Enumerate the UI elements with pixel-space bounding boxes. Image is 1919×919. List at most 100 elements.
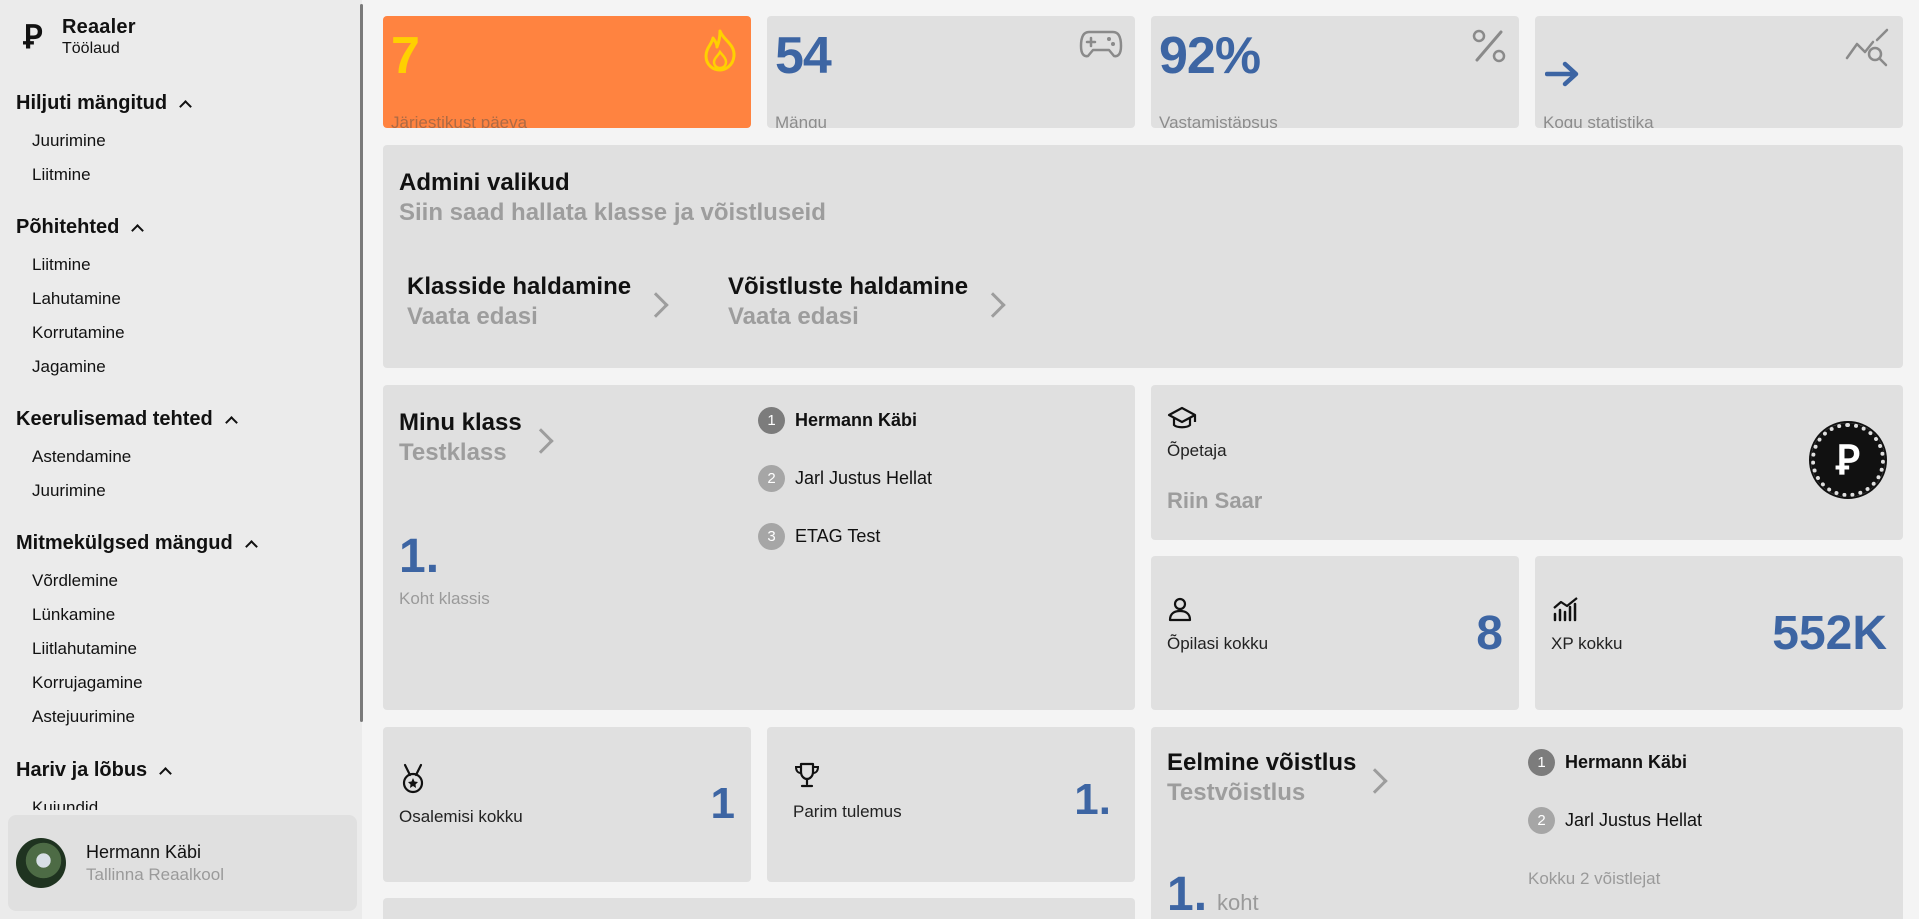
sidebar-item-lahutamine[interactable]: Lahutamine xyxy=(16,282,142,316)
rank-badge: 1 xyxy=(1528,749,1555,776)
best-result-value: 1. xyxy=(1074,775,1111,824)
accuracy-label: Vastamistäpsus xyxy=(1159,113,1278,128)
gamepad-icon xyxy=(1079,30,1123,58)
rank-badge: 2 xyxy=(1528,807,1555,834)
chevron-up-icon xyxy=(179,99,192,113)
sidebar-item-liitmine[interactable]: Liitmine xyxy=(16,248,142,282)
sidebar-section-fun: Hariv ja lõbus Kujundid xyxy=(16,755,173,810)
sidebar-item-astendamine[interactable]: Astendamine xyxy=(16,440,236,474)
sidebar-item-korrutamine[interactable]: Korrutamine xyxy=(16,316,142,350)
leaderboard-row: 1 Hermann Käbi xyxy=(758,407,917,434)
sidebar-item-vordlemine[interactable]: Võrdlemine xyxy=(16,564,256,598)
last-competition-name: Testvõistlus xyxy=(1167,779,1306,806)
app-name: Reaaler xyxy=(62,16,136,38)
app-subtitle: Töölaud xyxy=(62,40,120,57)
manage-competitions-link[interactable]: Võistluste haldamine Vaata edasi xyxy=(728,273,1006,331)
last-competition-rank: 1. koht xyxy=(1167,867,1259,919)
leaderboard-row: 2 Jarl Justus Hellat xyxy=(758,465,932,492)
leaderboard-name: Jarl Justus Hellat xyxy=(1565,810,1703,830)
section-title: Hariv ja lõbus xyxy=(16,758,148,781)
last-competition-link[interactable]: Eelmine võistlus Testvõistlus xyxy=(1167,749,1389,807)
graduation-cap-icon xyxy=(1167,406,1197,429)
participations-label: Osalemisi kokku xyxy=(399,807,523,826)
sidebar-item-juurimine[interactable]: Juurimine xyxy=(16,474,236,508)
streak-label: Järjestikust päeva xyxy=(391,113,528,128)
sidebar-item-kujundid[interactable]: Kujundid xyxy=(16,791,170,810)
sidebar-item-lunkamine[interactable]: Lünkamine xyxy=(16,598,256,632)
sidebar-section-toggle[interactable]: Keerulisemad tehted xyxy=(16,404,238,434)
avatar xyxy=(16,838,66,888)
sidebar-item-juurimine[interactable]: Juurimine xyxy=(16,124,190,158)
class-rank-value: 1. xyxy=(399,530,440,583)
xp-card: XP kokku 552K xyxy=(1535,556,1903,710)
admin-options-card: Admini valikud Siin saad hallata klasse … xyxy=(383,145,1903,368)
chart-icon xyxy=(1553,597,1578,622)
manage-competitions-title: Võistluste haldamine xyxy=(728,273,969,300)
chevron-up-icon xyxy=(244,539,258,553)
manage-classes-link[interactable]: Klasside haldamine Vaata edasi xyxy=(407,273,669,331)
chevron-right-icon xyxy=(643,292,669,318)
sidebar-section-toggle[interactable]: Hiljuti mängitud xyxy=(16,88,192,118)
sidebar-section-basic: Põhitehted Liitmine Lahutamine Korrutami… xyxy=(16,212,145,384)
games-value: 54 xyxy=(775,27,832,85)
leaderboard-row: 3 ETAG Test xyxy=(758,523,880,550)
flame-icon xyxy=(704,29,736,72)
section-title: Põhitehted xyxy=(16,215,120,238)
sidebar-section-toggle[interactable]: Hariv ja lõbus xyxy=(16,755,173,785)
manage-classes-sub: Vaata edasi xyxy=(407,303,538,330)
chevron-up-icon xyxy=(131,223,145,237)
admin-title: Admini valikud xyxy=(399,169,570,196)
sidebar-item-liitmine[interactable]: Liitmine xyxy=(16,158,190,192)
sidebar-section-mixed: Mitmekülgsed mängud Võrdlemine Lünkamine… xyxy=(16,528,258,734)
user-name: Hermann Käbi xyxy=(86,841,202,862)
percent-icon xyxy=(1472,29,1506,63)
trophy-icon xyxy=(794,762,820,788)
sidebar-item-astejuurimine[interactable]: Astejuurimine xyxy=(16,700,256,734)
chevron-right-icon xyxy=(980,292,1006,318)
leaderboard-row: 2 Jarl Justus Hellat xyxy=(1528,807,1702,834)
manage-classes-title: Klasside haldamine xyxy=(407,273,632,300)
streak-card: 7 Järjestikust päeva xyxy=(383,16,751,128)
leaderboard-row: 1 Hermann Käbi xyxy=(1528,749,1687,776)
class-rank-label: Koht klassis xyxy=(399,589,490,608)
my-class-name: Testklass xyxy=(399,439,507,466)
all-stats-card[interactable]: Kogu statistika xyxy=(1535,16,1903,128)
leaderboard-name: Hermann Käbi xyxy=(795,410,918,430)
games-card: 54 Mängu xyxy=(767,16,1135,128)
section-title: Keerulisemad tehted xyxy=(16,407,213,430)
sidebar-scrollbar[interactable] xyxy=(360,4,363,722)
sidebar: Ꝑ Reaaler Töölaud Hiljuti mängitud Juuri… xyxy=(0,0,363,919)
accuracy-value: 92% xyxy=(1159,27,1261,85)
cut-off-card xyxy=(383,898,1135,919)
my-class-link[interactable]: Minu klass Testklass xyxy=(399,409,554,467)
xp-value: 552K xyxy=(1772,607,1887,660)
chevron-right-icon xyxy=(527,428,554,454)
participations-card: Osalemisi kokku 1 xyxy=(383,727,751,882)
teacher-label: Õpetaja xyxy=(1167,441,1227,460)
chevron-right-icon xyxy=(1362,768,1389,794)
user-profile-card[interactable]: Hermann Käbi Tallinna Reaalkool xyxy=(8,815,357,911)
competition-rank-value: 1. xyxy=(1167,868,1208,919)
competition-total: Kokku 2 võistlejat xyxy=(1528,869,1661,888)
rank-badge: 3 xyxy=(758,523,785,550)
last-competition-card: Eelmine võistlus Testvõistlus 1. koht 1 … xyxy=(1151,727,1903,919)
reaaler-logo-icon: Ꝑ xyxy=(23,18,43,56)
brand[interactable]: Ꝑ Reaaler Töölaud xyxy=(16,16,136,58)
teacher-name: Riin Saar xyxy=(1167,488,1263,513)
best-result-label: Parim tulemus xyxy=(793,802,902,821)
my-class-title: Minu klass xyxy=(399,409,522,436)
sidebar-section-toggle[interactable]: Mitmekülgsed mängud xyxy=(16,528,258,558)
participations-value: 1 xyxy=(710,779,735,828)
competition-rank-suffix: koht xyxy=(1217,890,1259,915)
section-title: Hiljuti mängitud xyxy=(16,91,168,114)
sidebar-item-jagamine[interactable]: Jagamine xyxy=(16,350,142,384)
medal-icon xyxy=(402,763,424,794)
manage-competitions-sub: Vaata edasi xyxy=(728,303,859,330)
streak-value: 7 xyxy=(391,27,420,85)
sidebar-item-liitlahutamine[interactable]: Liitlahutamine xyxy=(16,632,256,666)
sidebar-section-toggle[interactable]: Põhitehted xyxy=(16,212,145,242)
best-result-card: Parim tulemus 1. xyxy=(767,727,1135,882)
my-class-card: Minu klass Testklass 1. Koht klassis 1 H… xyxy=(383,385,1135,710)
sidebar-item-korrujagamine[interactable]: Korrujagamine xyxy=(16,666,256,700)
students-value: 8 xyxy=(1476,607,1503,660)
